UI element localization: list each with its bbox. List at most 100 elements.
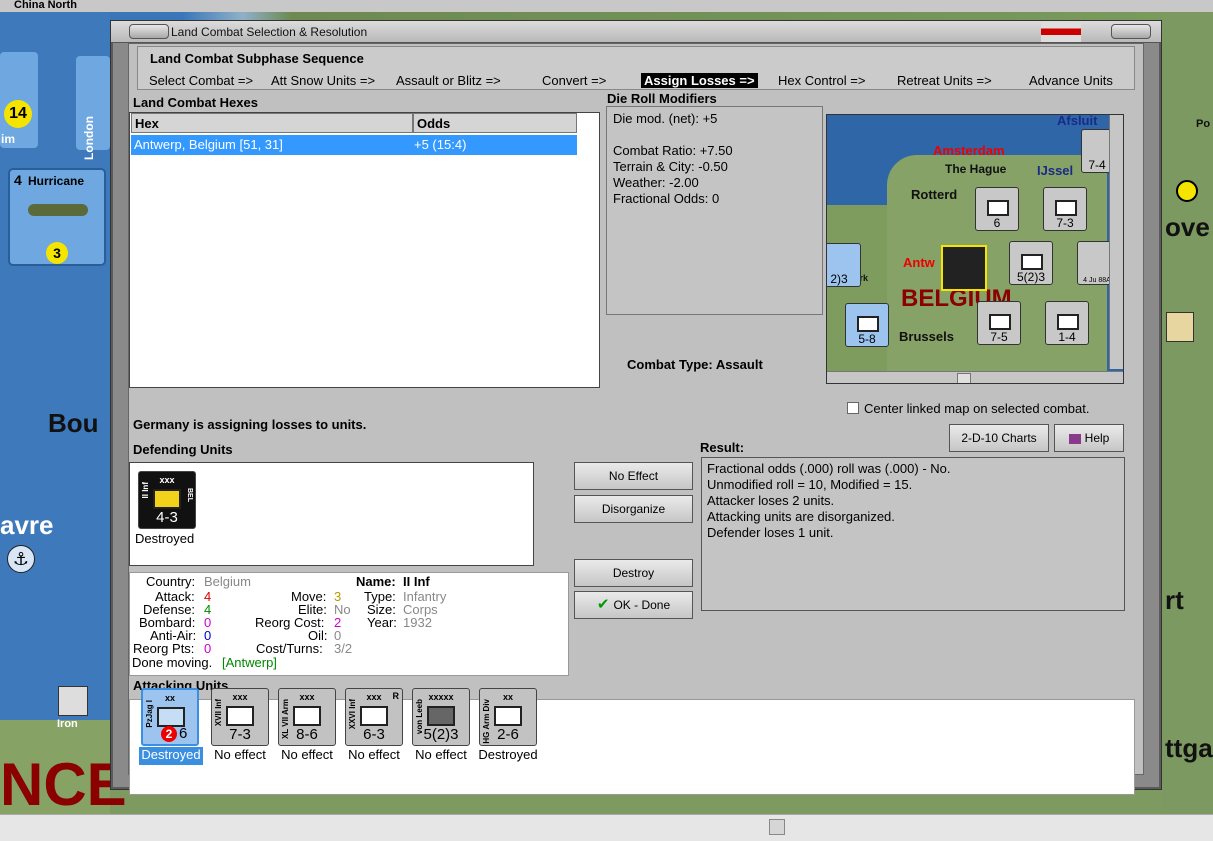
dialog-body: Land Combat Subphase Sequence Select Com… [128,43,1144,795]
attacking-unit-counter[interactable]: xxx R XXVI Inf 6-3 [345,688,403,746]
plane-icon [28,204,88,216]
combat-ratio: Combat Ratio: +7.50 [613,143,733,158]
combat-type: Combat Type: Assault [627,357,763,372]
minimap-counter[interactable]: 2)3 [827,243,861,287]
oil-icon [1166,312,1194,342]
unit-side-label: XXVI Inf [348,699,357,730]
cell-hex: Antwerp, Belgium [51, 31] [134,137,283,152]
terrain-city: Terrain & City: -0.50 [613,159,728,174]
dialog-title: Land Combat Selection & Resolution [171,25,368,39]
map-label-ttga: ttga [1165,733,1213,763]
die-mod-net: Die mod. (net): +5 [613,111,718,126]
attacking-unit-counter[interactable]: xxx XL VII Arm 8-6 [278,688,336,746]
result-panel: Fractional odds (.000) roll was (.000) -… [701,457,1125,611]
phase-assault-blitz: Assault or Blitz => [396,73,501,88]
minimap-counter[interactable]: 7-3 [1043,187,1087,231]
ok-done-button[interactable]: ✔ OK - Done [574,591,693,619]
selected-battle-hex[interactable] [941,245,987,291]
no-effect-button[interactable]: No Effect [574,462,693,490]
result-line: Defender loses 1 unit. [707,525,834,540]
unit-status: No effect [214,747,266,762]
minimap-counter[interactable]: 7-5 [977,301,1021,345]
linked-minimap[interactable]: Amsterdam The Hague IJssel Rotterd Antw … [826,114,1124,384]
minimap-counter[interactable]: 6 [975,187,1019,231]
ok-done-label: OK - Done [613,598,671,612]
map-top-strip: China North [0,0,1213,12]
column-header-hex[interactable]: Hex [131,113,413,133]
defending-unit-counter[interactable]: xxx II Inf BEL 4-3 [138,471,196,529]
map-label-avre: avre [0,510,54,540]
help-button[interactable]: Help [1054,424,1124,452]
help-label: Help [1084,431,1110,445]
unit-side-label: XVII Inf [214,699,223,727]
unit-status: Destroyed [141,747,201,762]
unit-symbol [989,314,1011,330]
unit-strength: 6 [179,725,188,742]
minimap-hscroll[interactable] [827,371,1123,383]
location-value: [Antwerp] [222,655,277,670]
disorganize-button[interactable]: Disorganize [574,495,693,523]
infantry-symbol [153,489,181,509]
infantry-symbol [360,706,388,726]
center-map-checkbox[interactable] [847,402,859,414]
attacking-unit-counter[interactable]: xx HG Arm Div 2-6 [479,688,537,746]
minimap-label-ijssel: IJssel [1037,163,1074,178]
dialog-titlebar[interactable]: Land Combat Selection & Resolution [111,21,1161,43]
map-label-po: Po [1196,118,1211,130]
city-counter-london[interactable]: London [76,56,110,160]
minimap-counter[interactable]: 5-8 [845,303,889,347]
column-header-odds[interactable]: Odds [413,113,577,133]
cost-label: Cost/Turns: [256,641,323,656]
defending-units-panel: xxx II Inf BEL 4-3 Destroyed [129,462,534,566]
hexes-table: Hex Odds Antwerp, Belgium [51, 31] +5 (1… [129,112,600,388]
unit-status: Destroyed [135,531,195,546]
scroll-thumb[interactable] [957,373,971,383]
unit-strength: 8-6 [296,726,318,743]
counter-value: 1-4 [1058,330,1076,344]
name-value: II Inf [403,574,430,589]
air-unit-hurricane[interactable]: 4 Hurricane 3 [8,168,106,266]
phase-select-combat: Select Combat => [149,73,254,88]
unit-name: Hurricane [28,174,85,188]
phase-title: Land Combat Subphase Sequence [150,51,364,66]
defending-title: Defending Units [133,442,233,457]
map-horizontal-scrollbar[interactable] [0,814,1213,841]
table-row[interactable]: Antwerp, Belgium [51, 31] +5 (15:4) [131,135,577,155]
system-menu-button[interactable] [129,24,169,39]
map-label-ove: ove [1165,212,1210,242]
destroy-button[interactable]: Destroy [574,559,693,587]
land-combat-dialog: Land Combat Selection & Resolution Land … [110,20,1162,795]
unit-symbol [1055,200,1077,216]
armor-symbol [293,706,321,726]
armor-symbol [494,706,522,726]
air-unit-counter[interactable]: 14 im [0,52,38,148]
recon-symbol [157,707,185,727]
minimap-counter[interactable]: 5(2)3 [1009,241,1053,285]
minimap-counter[interactable]: 1-4 [1045,301,1089,345]
minimap-label-amsterdam: Amsterdam [933,143,1005,158]
unit-nation-tag: BEL [186,488,193,502]
die-roll-title: Die Roll Modifiers [607,91,717,106]
year-value: 1932 [403,615,432,630]
reorg-pts-value: 0 [204,641,212,656]
unit-status: Destroyed [478,747,538,762]
phase-convert: Convert => [542,73,607,88]
minimap-label-afsluit: Afsluit [1057,114,1098,128]
close-button[interactable] [1111,24,1151,39]
charts-button[interactable]: 2-D-10 Charts [949,424,1049,452]
assign-message: Germany is assigning losses to units. [133,417,367,432]
counter-value: 5(2)3 [1016,270,1045,284]
unit-side-label: PzJag I [145,700,154,728]
minimap-label-rotterdam: Rotterd [911,187,958,202]
center-map-label: Center linked map on selected combat. [864,401,1090,416]
attacking-unit-counter[interactable]: xx PzJag I 2 6 [141,688,199,746]
country-label-france: NCE [0,751,127,818]
minimap-vscroll[interactable] [1109,115,1123,369]
unit-status: No effect [415,747,467,762]
attacking-unit-counter[interactable]: xxxxx von Leeb 5(2)3 [412,688,470,746]
window-top-title: China North [14,0,77,11]
attacking-unit-counter[interactable]: xxx XVII Inf 7-3 [211,688,269,746]
unit-strength: 4-3 [156,509,178,526]
minimap-label-the-hague: The Hague [945,162,1007,176]
scroll-thumb[interactable] [769,819,785,835]
